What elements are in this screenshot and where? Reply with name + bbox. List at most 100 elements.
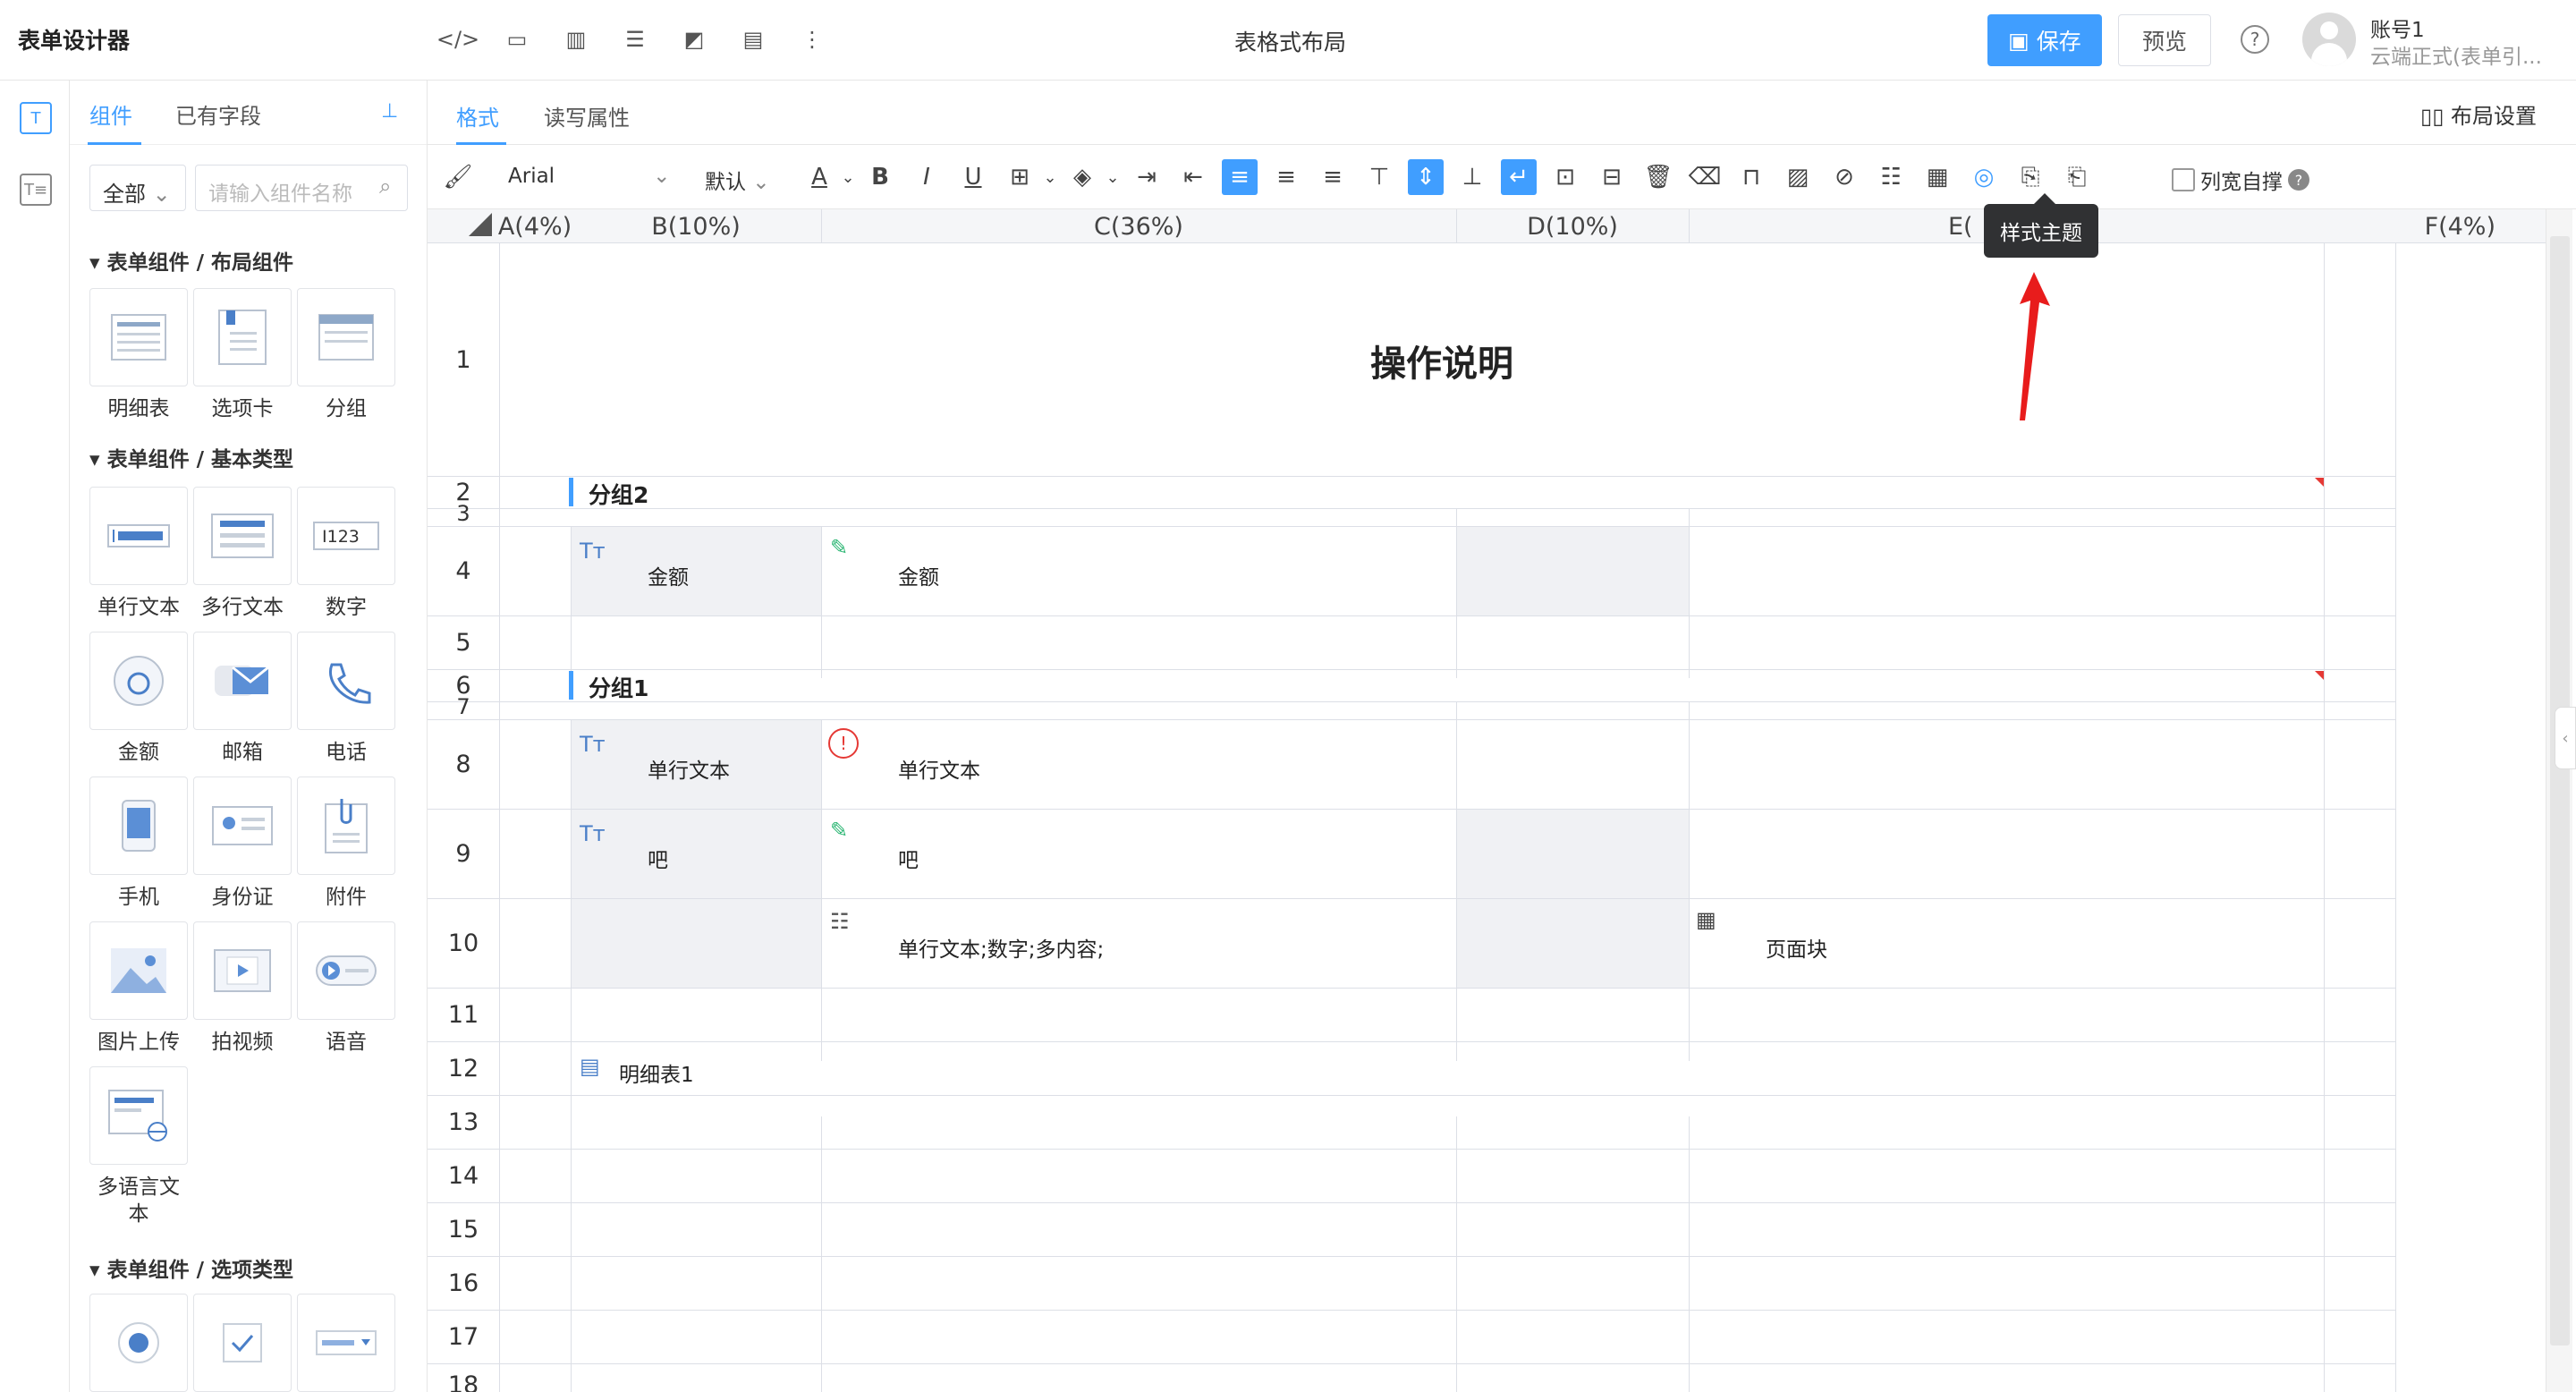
field-label-amount[interactable]: 金额	[648, 560, 689, 590]
row-header-5[interactable]: 5	[428, 615, 499, 669]
detail-table-label[interactable]: 明细表1	[619, 1057, 694, 1088]
export-icon[interactable]: ⎗	[2059, 159, 2095, 195]
component-tabs[interactable]: 选项卡	[193, 288, 292, 422]
row-header-4[interactable]: 4	[428, 526, 499, 615]
vertical-scrollbar[interactable]	[2546, 209, 2572, 1392]
field-label-single-text[interactable]: 单行文本	[648, 753, 730, 784]
form-title[interactable]: 操作说明	[1370, 335, 1513, 386]
text-component-icon[interactable]: T	[20, 102, 52, 134]
avatar[interactable]	[2302, 13, 2356, 66]
tab-existing-fields[interactable]: 已有字段	[175, 98, 261, 130]
layout-icon[interactable]: ▥	[562, 25, 590, 54]
row-header-18[interactable]: 18	[428, 1363, 499, 1392]
indent-increase-icon[interactable]: ⇥	[1129, 159, 1165, 195]
edit-icon[interactable]: ✎	[830, 818, 848, 843]
row-header-16[interactable]: 16	[428, 1256, 499, 1310]
search-icon[interactable]: ⌕	[379, 174, 391, 199]
col-width-auto-toggle[interactable]: 列宽自撑?	[2172, 165, 2309, 195]
column-header-a[interactable]: A(4%)	[498, 209, 572, 243]
row-header-1[interactable]: 1	[428, 243, 499, 476]
component-search-input[interactable]: 请输入组件名称	[195, 165, 408, 211]
row-header-11[interactable]: 11	[428, 988, 499, 1041]
col-width-checkbox[interactable]	[2172, 168, 2195, 191]
valign-top-icon[interactable]: ⊤	[1361, 159, 1397, 195]
component-group[interactable]: 分组	[297, 288, 395, 422]
row-header-15[interactable]: 15	[428, 1202, 499, 1256]
component-attachment[interactable]: 附件	[297, 777, 395, 911]
import-icon[interactable]: ⎘	[2012, 159, 2048, 195]
component-mobile[interactable]: 手机	[89, 777, 188, 911]
page-block-label[interactable]: 页面块	[1766, 932, 1827, 963]
row-header-17[interactable]: 17	[428, 1310, 499, 1363]
more-icon[interactable]: ⋮	[798, 25, 826, 54]
component-id-card[interactable]: 身份证	[193, 777, 292, 911]
group-label-1[interactable]: 分组1	[589, 671, 648, 703]
column-header-c[interactable]: C(36%)	[821, 209, 1456, 243]
row-header-8[interactable]: 8	[428, 719, 499, 809]
split-cells-icon[interactable]: ⊟	[1594, 159, 1630, 195]
align-left-icon[interactable]: ≡	[1222, 159, 1258, 195]
valign-middle-icon[interactable]: ⇕	[1408, 159, 1444, 195]
section-basic-types[interactable]: ▾ 表单组件 / 基本类型	[89, 442, 293, 472]
question-icon[interactable]: ?	[2288, 169, 2309, 191]
scrollbar-thumb[interactable]	[2550, 236, 2570, 1345]
image-icon[interactable]: ▨	[1780, 159, 1816, 195]
align-right-icon[interactable]: ≡	[1315, 159, 1351, 195]
row-header-7[interactable]: 7	[428, 694, 499, 719]
chart-icon[interactable]: ◩	[680, 25, 708, 54]
chevron-down-icon[interactable]: ⌄	[830, 159, 866, 195]
field-value-amount[interactable]: 金额	[898, 560, 939, 590]
row-header-10[interactable]: 10	[428, 898, 499, 988]
component-detail-table[interactable]: 明细表	[89, 288, 188, 422]
component-phone[interactable]: 电话	[297, 632, 395, 766]
text-list-icon[interactable]: T≡	[20, 174, 52, 206]
checklist-icon[interactable]: ☷	[1873, 159, 1909, 195]
no-style-icon[interactable]: ⊘	[1826, 159, 1862, 195]
checklist-icon[interactable]: ☷	[830, 909, 850, 934]
delete-icon[interactable]: 🗑	[1640, 159, 1676, 195]
section-layout-components[interactable]: ▾ 表单组件 / 布局组件	[89, 245, 293, 276]
group-label-2[interactable]: 分组2	[589, 478, 648, 510]
pin-icon[interactable]: ⊥	[381, 100, 398, 123]
select-all-corner[interactable]	[469, 213, 492, 236]
row-header-12[interactable]: 12	[428, 1041, 499, 1095]
page-block-icon[interactable]: ▦	[1919, 159, 1955, 195]
category-select[interactable]: 全部 ⌄	[89, 165, 186, 211]
chevron-down-icon[interactable]: ⌄	[1032, 159, 1068, 195]
bold-icon[interactable]: B	[862, 159, 898, 195]
tab-components[interactable]: 组件	[89, 98, 132, 130]
component-voice[interactable]: 语音	[297, 921, 395, 1056]
component-number[interactable]: I123 数字	[297, 487, 395, 621]
align-center-icon[interactable]: ≡	[1268, 159, 1304, 195]
row-header-14[interactable]: 14	[428, 1149, 499, 1202]
font-size-select[interactable]: 默认 ⌄	[705, 165, 770, 195]
preview-button[interactable]: 预览	[2118, 14, 2211, 66]
palette-icon[interactable]: ◎	[1966, 159, 2002, 195]
collapse-panel-handle[interactable]: ‹	[2555, 707, 2576, 769]
tab-format[interactable]: 格式	[456, 100, 499, 132]
component-checkbox[interactable]	[193, 1294, 292, 1392]
layout-settings-button[interactable]: ▯▯ 布局设置	[2420, 98, 2537, 130]
component-radio[interactable]	[89, 1294, 188, 1392]
valign-bottom-icon[interactable]: ⊥	[1454, 159, 1490, 195]
database-icon[interactable]: ☰	[621, 25, 649, 54]
column-header-d[interactable]: D(10%)	[1456, 209, 1689, 243]
help-icon[interactable]: ?	[2241, 25, 2269, 54]
row-header-9[interactable]: 9	[428, 809, 499, 898]
row-header-13[interactable]: 13	[428, 1095, 499, 1149]
section-option-types[interactable]: ▾ 表单组件 / 选项类型	[89, 1252, 293, 1283]
field-label-ba[interactable]: 吧	[648, 843, 668, 873]
page-block-icon[interactable]: ▦	[1696, 907, 1716, 932]
chevron-down-icon[interactable]: ⌄	[1095, 159, 1131, 195]
component-video[interactable]: 拍视频	[193, 921, 292, 1056]
component-multi-text[interactable]: 多行文本	[193, 487, 292, 621]
field-value-single-text[interactable]: 单行文本	[898, 753, 980, 784]
component-email[interactable]: 邮箱	[193, 632, 292, 766]
format-painter-icon[interactable]: 🖌	[440, 159, 476, 195]
component-amount[interactable]: 金额	[89, 632, 188, 766]
column-header-b[interactable]: B(10%)	[571, 209, 821, 243]
screen-icon[interactable]: ▭	[503, 25, 531, 54]
italic-icon[interactable]: I	[909, 159, 945, 195]
eraser-icon[interactable]: ⌫	[1687, 159, 1723, 195]
component-multilang-text[interactable]: 多语言文本	[89, 1066, 188, 1227]
